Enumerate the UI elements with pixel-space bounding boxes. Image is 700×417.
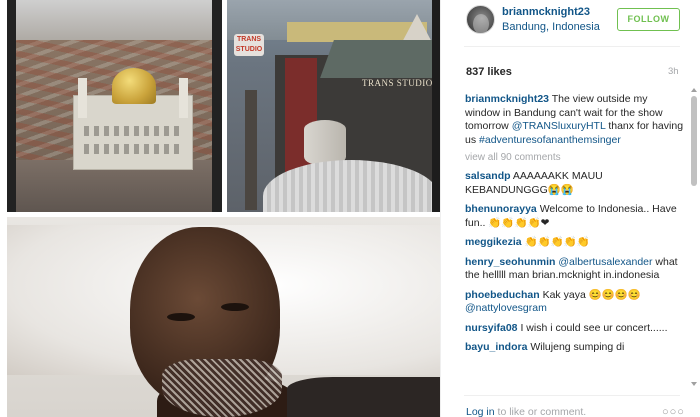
comment-text: Kak yaya 😊😊😊😊: [542, 288, 641, 301]
avatar[interactable]: [466, 5, 495, 34]
divider-top: [464, 46, 680, 47]
list-item: salsandp AAAAAAKK MAUU KEBANDUNGGG😭😭: [465, 170, 685, 197]
caption-username[interactable]: brianmcknight23: [465, 93, 549, 105]
golden-dome: [112, 68, 156, 104]
minaret-left: [78, 78, 87, 118]
comment-username[interactable]: phoebeduchan: [465, 289, 540, 301]
comment-username[interactable]: nursyifa08: [465, 322, 518, 334]
scroll-up-icon[interactable]: [691, 88, 697, 92]
list-item: nursyifa08 I wish i could see ur concert…: [465, 322, 685, 336]
caption-mention[interactable]: @TRANSluxuryHTL: [512, 120, 606, 132]
water-tank: [304, 120, 346, 166]
window-frame-right: [432, 0, 440, 212]
post-header: brianmcknight23 Bandung, Indonesia FOLLO…: [441, 0, 700, 40]
comments-scrollbar[interactable]: [690, 88, 699, 390]
photo-selfie[interactable]: [7, 217, 440, 417]
ride-pole: [245, 90, 257, 210]
photo-mosque-view[interactable]: [7, 0, 222, 212]
login-prompt: Log in to like or comment.: [466, 406, 586, 417]
username-link[interactable]: brianmcknight23: [502, 6, 590, 18]
comment-username[interactable]: bayu_indora: [465, 341, 527, 353]
comment-text: 👏👏👏👏👏: [524, 236, 590, 248]
post-footer: Log in to like or comment. ○○○: [441, 396, 700, 417]
comment-mention[interactable]: @nattylovesgram: [465, 302, 547, 314]
hotel-sign: TRANS STUDIO A: [362, 78, 440, 88]
scroll-down-icon[interactable]: [691, 382, 697, 386]
list-item: henry_seohunmin @albertusalexander what …: [465, 256, 685, 283]
caption-hashtag[interactable]: #adventuresofananthemsinger: [479, 134, 621, 146]
trans-studio-logo: TRANS STUDIO: [234, 34, 264, 56]
comment-username[interactable]: henry_seohunmin: [465, 256, 555, 268]
likes-count[interactable]: 837 likes: [466, 66, 512, 78]
view-all-comments[interactable]: view all 90 comments: [465, 152, 685, 163]
comment-username[interactable]: salsandp: [465, 170, 511, 182]
shirt: [287, 377, 440, 417]
minaret-right: [179, 78, 188, 118]
post-time[interactable]: 3h: [668, 66, 679, 77]
list-item: meggikezia 👏👏👏👏👏: [465, 236, 685, 250]
follow-button[interactable]: FOLLOW: [617, 8, 680, 31]
comment-username[interactable]: meggikezia: [465, 236, 522, 248]
mosque-windows: [84, 126, 184, 136]
more-horizontal-icon[interactable]: ○○○: [662, 406, 685, 417]
list-item: bayu_indora Wilujeng sumping di: [465, 341, 685, 355]
location-link[interactable]: Bandung, Indonesia: [502, 21, 600, 33]
comment-mention[interactable]: @albertusalexander: [558, 256, 652, 268]
comment-text: I wish i could see ur concert......: [520, 321, 668, 334]
caption: brianmcknight23 The view outside my wind…: [465, 93, 685, 147]
post-panel: brianmcknight23 Bandung, Indonesia FOLLO…: [440, 0, 700, 417]
photo-collage[interactable]: TRANS STUDIO A TRANS STUDIO: [0, 0, 440, 417]
comment-text: Wilujeng sumping di: [530, 341, 625, 353]
eye-right: [221, 303, 249, 311]
hotel-roof: [320, 40, 440, 78]
list-item: phoebeduchan Kak yaya 😊😊😊😊 @nattylovesgr…: [465, 289, 685, 316]
comments-list: brianmcknight23 The view outside my wind…: [465, 93, 685, 391]
scroll-thumb[interactable]: [691, 96, 697, 186]
eye-left: [167, 313, 195, 321]
avatar-face: [473, 14, 489, 33]
window-frame-right: [212, 0, 222, 212]
login-link[interactable]: Log in: [466, 406, 495, 417]
beard: [162, 359, 282, 417]
list-item: bhenunorayya Welcome to Indonesia.. Have…: [465, 203, 685, 230]
mosque-building: [73, 68, 193, 170]
window-frame-left: [7, 0, 16, 212]
mosque-windows-lower: [84, 144, 184, 154]
login-rest-text: to like or comment.: [497, 406, 587, 417]
photo-trans-studio[interactable]: TRANS STUDIO A TRANS STUDIO: [227, 0, 440, 212]
comment-username[interactable]: bhenunorayya: [465, 203, 537, 215]
